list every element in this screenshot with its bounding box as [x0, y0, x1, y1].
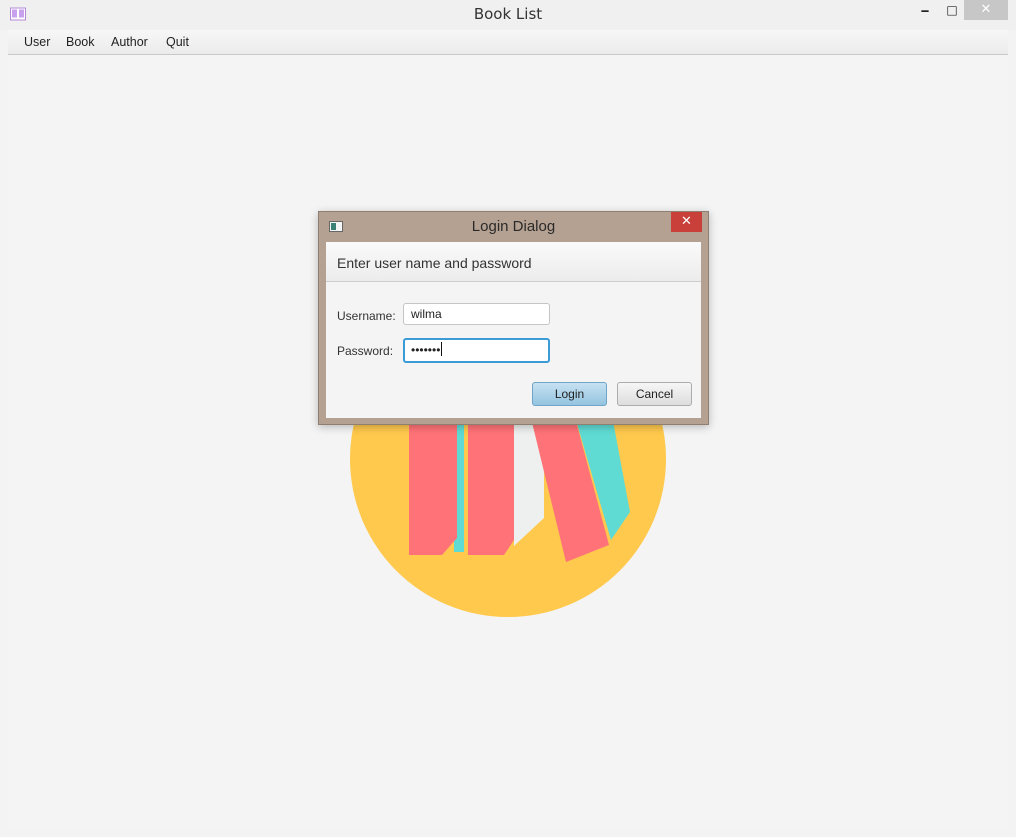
menu-quit[interactable]: Quit [166, 35, 189, 49]
password-label: Password: [337, 344, 394, 358]
text-caret [441, 342, 443, 356]
dialog-body: Enter user name and password Username: w… [326, 242, 701, 418]
menu-author[interactable]: Author [111, 35, 148, 49]
login-button[interactable]: Login [532, 382, 607, 406]
title-bar: Book List 🗕 □ ✕ [0, 0, 1016, 30]
maximize-button[interactable]: □ [940, 0, 964, 20]
username-label: Username: [337, 309, 396, 323]
dialog-header-text: Enter user name and password [337, 255, 532, 271]
minimize-button[interactable]: 🗕 [914, 0, 936, 20]
menu-bar: User Book Author Quit [8, 30, 1008, 55]
username-field[interactable]: wilma [403, 303, 550, 325]
password-value: ••••••• [411, 343, 441, 357]
username-value: wilma [411, 307, 442, 321]
cancel-button[interactable]: Cancel [617, 382, 692, 406]
dialog-header: Enter user name and password [326, 242, 701, 282]
close-button[interactable]: ✕ [964, 0, 1008, 20]
login-dialog: Login Dialog ✕ Enter user name and passw… [318, 211, 709, 425]
password-field[interactable]: ••••••• [403, 338, 550, 363]
menu-book[interactable]: Book [66, 35, 95, 49]
dialog-title: Login Dialog [471, 218, 556, 235]
menu-user[interactable]: User [24, 35, 50, 49]
window-title: Book List [473, 5, 543, 23]
dialog-close-button[interactable]: ✕ [671, 212, 702, 232]
main-window: Book List 🗕 □ ✕ User Book Author Quit Lo… [0, 0, 1016, 837]
